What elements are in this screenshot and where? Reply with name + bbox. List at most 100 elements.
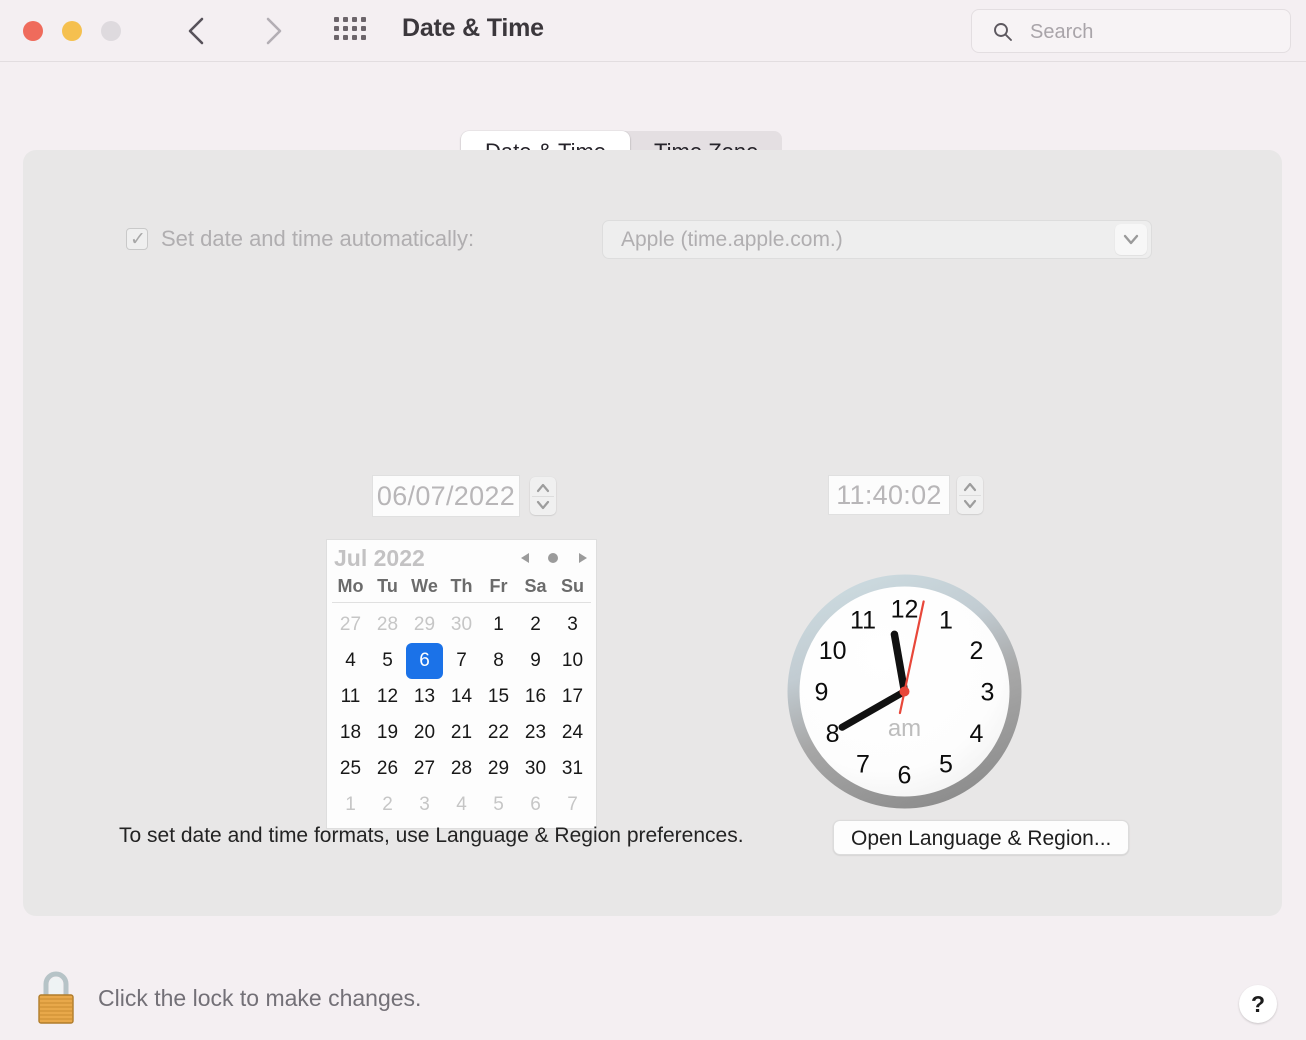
date-stepper[interactable] xyxy=(530,477,556,515)
calendar-day[interactable]: 6 xyxy=(517,787,554,823)
calendar-day[interactable]: 28 xyxy=(443,751,480,787)
close-window-button[interactable] xyxy=(23,21,43,41)
calendar-day-header: Sa xyxy=(524,576,547,596)
calendar-day[interactable]: 14 xyxy=(443,679,480,715)
calendar-day[interactable]: 28 xyxy=(369,607,406,643)
calendar-day[interactable]: 1 xyxy=(480,607,517,643)
clock-numeral: 11 xyxy=(850,607,876,635)
time-server-dropdown[interactable]: Apple (time.apple.com.) xyxy=(602,220,1152,259)
clock-meridiem-label: am xyxy=(888,715,921,742)
time-field-group: 11:40:02 xyxy=(828,475,983,515)
calendar-day[interactable]: 17 xyxy=(554,679,591,715)
calendar-day[interactable]: 4 xyxy=(332,643,369,679)
calendar-day[interactable]: 29 xyxy=(406,607,443,643)
calendar-day-header: We xyxy=(411,576,438,596)
calendar-day[interactable]: 22 xyxy=(480,715,517,751)
clock-numeral: 3 xyxy=(981,679,995,707)
time-server-value: Apple (time.apple.com.) xyxy=(621,228,843,251)
stepper-down-icon xyxy=(963,499,977,509)
calendar-day-header: Th xyxy=(450,576,473,596)
calendar-day-header: Mo xyxy=(337,576,364,596)
calendar-day[interactable]: 26 xyxy=(369,751,406,787)
calendar-previous-icon[interactable] xyxy=(519,551,533,570)
calendar-day[interactable]: 1 xyxy=(332,787,369,823)
maximize-window-button[interactable] xyxy=(101,21,121,41)
clock-numeral: 1 xyxy=(939,607,953,635)
clock-numeral: 2 xyxy=(969,637,983,665)
checkmark-icon: ✓ xyxy=(130,229,146,250)
calendar-week-row: 27 28 29 30 1 2 3 xyxy=(332,607,591,643)
calendar-day[interactable]: 21 xyxy=(443,715,480,751)
calendar-day[interactable]: 31 xyxy=(554,751,591,787)
clock-numeral: 12 xyxy=(891,596,919,624)
clock-numeral: 8 xyxy=(826,720,840,748)
calendar-day[interactable]: 4 xyxy=(443,787,480,823)
stepper-up-icon xyxy=(536,483,550,493)
search-field[interactable] xyxy=(971,9,1291,54)
set-automatically-checkbox[interactable]: ✓ xyxy=(126,228,148,250)
calendar-next-icon[interactable] xyxy=(575,551,589,570)
date-input[interactable]: 06/07/2022 xyxy=(372,475,520,517)
calendar-day[interactable]: 2 xyxy=(369,787,406,823)
time-value: 11:40:02 xyxy=(836,479,942,510)
forward-navigation-icon[interactable] xyxy=(252,11,292,51)
show-all-preferences-grid-icon[interactable] xyxy=(334,17,372,45)
back-navigation-icon[interactable] xyxy=(178,11,218,51)
calendar-day[interactable]: 7 xyxy=(443,643,480,679)
calendar-day[interactable]: 25 xyxy=(332,751,369,787)
calendar-day[interactable]: 5 xyxy=(480,787,517,823)
calendar-day[interactable]: 12 xyxy=(369,679,406,715)
calendar-day[interactable]: 10 xyxy=(554,643,591,679)
calendar-day[interactable]: 2 xyxy=(517,607,554,643)
search-input[interactable] xyxy=(1028,10,1282,54)
calendar-title: Jul 2022 xyxy=(334,545,425,571)
calendar-day-header: Tu xyxy=(377,576,398,596)
calendar-week-row: 25 26 27 28 29 30 31 xyxy=(332,751,591,787)
stepper-up-icon xyxy=(963,482,977,492)
calendar-day[interactable]: 16 xyxy=(517,679,554,715)
calendar-day[interactable]: 8 xyxy=(480,643,517,679)
clock-numeral: 7 xyxy=(856,750,870,778)
calendar-day[interactable]: 29 xyxy=(480,751,517,787)
calendar-day[interactable]: 20 xyxy=(406,715,443,751)
stepper-divider xyxy=(959,494,981,496)
calendar-day[interactable]: 27 xyxy=(406,751,443,787)
calendar-day[interactable]: 30 xyxy=(517,751,554,787)
calendar-day[interactable]: 9 xyxy=(517,643,554,679)
calendar-day[interactable]: 11 xyxy=(332,679,369,715)
calendar-day[interactable]: 3 xyxy=(554,607,591,643)
calendar-today-icon[interactable] xyxy=(546,551,560,570)
calendar-day[interactable]: 23 xyxy=(517,715,554,751)
date-field-group: 06/07/2022 xyxy=(372,475,556,517)
calendar-week-row: 1234567 xyxy=(332,787,591,823)
calendar-day[interactable]: 5 xyxy=(369,643,406,679)
calendar-widget[interactable]: Jul 2022 Mo Tu We Th Fr Sa Su 27 28 29 3… xyxy=(326,539,597,829)
calendar-day[interactable]: 13 xyxy=(406,679,443,715)
calendar-day[interactable]: 19 xyxy=(369,715,406,751)
calendar-day[interactable]: 15 xyxy=(480,679,517,715)
date-time-panel: ✓ Set date and time automatically: Apple… xyxy=(23,150,1282,916)
page-title: Date & Time xyxy=(402,14,544,42)
time-stepper[interactable] xyxy=(957,476,983,514)
calendar-day[interactable]: 18 xyxy=(332,715,369,751)
calendar-week-row: 18 19 20 21 22 23 24 xyxy=(332,715,591,751)
calendar-day[interactable]: 27 xyxy=(332,607,369,643)
calendar-day[interactable]: 24 xyxy=(554,715,591,751)
calendar-day[interactable]: 3 xyxy=(406,787,443,823)
time-input[interactable]: 11:40:02 xyxy=(828,475,950,515)
calendar-day[interactable]: 7 xyxy=(554,787,591,823)
calendar-day[interactable]: 30 xyxy=(443,607,480,643)
help-button[interactable]: ? xyxy=(1239,985,1277,1023)
chevron-down-icon[interactable] xyxy=(1115,224,1147,255)
lock-hint-label: Click the lock to make changes. xyxy=(98,985,422,1011)
lock-icon[interactable] xyxy=(30,968,82,1028)
calendar-day-header: Su xyxy=(560,576,584,596)
analog-clock: 12 1 2 3 4 5 6 7 8 9 10 11 am xyxy=(786,573,1023,810)
minimize-window-button[interactable] xyxy=(62,21,82,41)
clock-numeral: 9 xyxy=(815,679,829,707)
calendar-grid: 27 28 29 30 1 2 3 4 5 6 7 8 9 10 11 12 13 14 15 16 17 18 19 20 2… xyxy=(327,603,596,823)
open-language-region-button[interactable]: Open Language & Region... xyxy=(833,820,1130,855)
calendar-day-selected[interactable]: 6 xyxy=(406,643,443,679)
format-note-label: To set date and time formats, use Langua… xyxy=(119,824,744,847)
clock-numeral: 6 xyxy=(898,762,912,790)
